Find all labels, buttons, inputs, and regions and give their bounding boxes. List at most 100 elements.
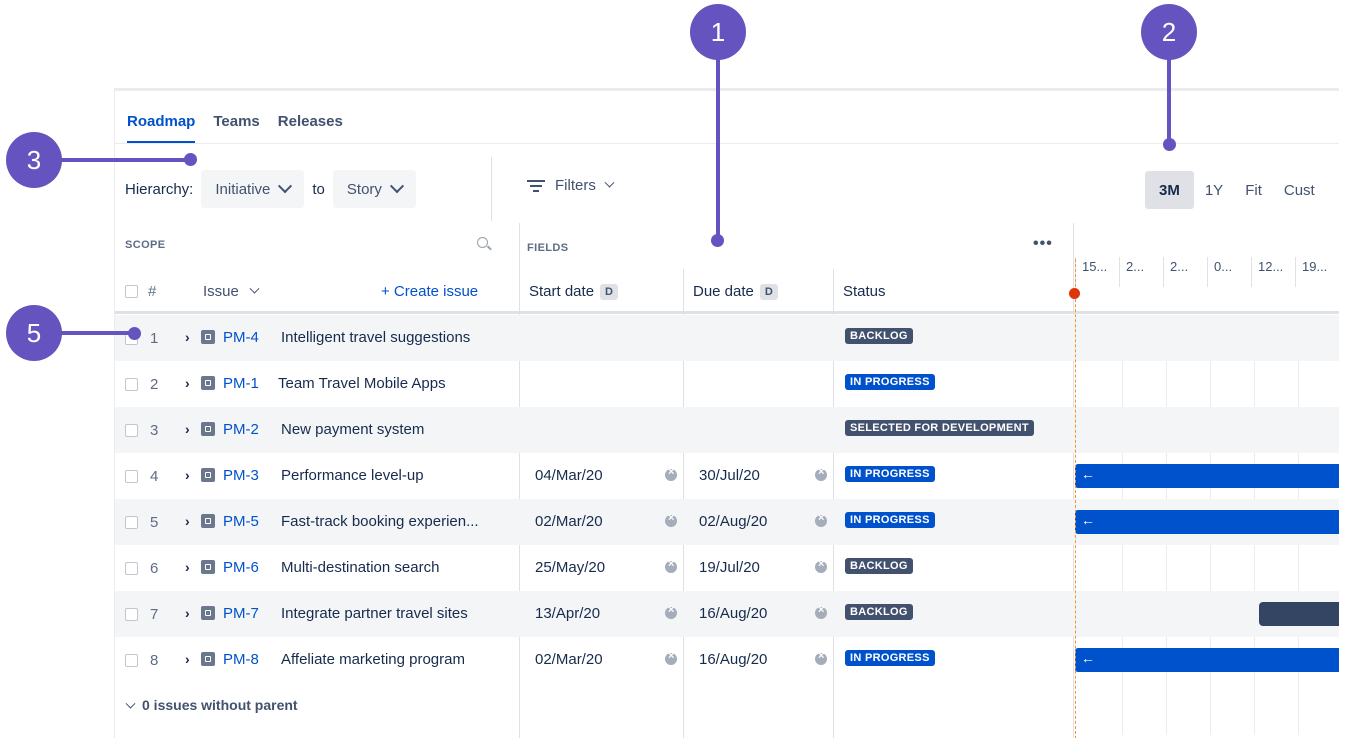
issue-key-link[interactable]: PM-2 (223, 421, 259, 438)
status-badge[interactable]: BACKLOG (845, 328, 913, 344)
expand-chevron-icon[interactable]: › (185, 375, 190, 391)
issue-key-link[interactable]: PM-5 (223, 513, 259, 530)
tab-roadmap[interactable]: Roadmap (127, 113, 196, 143)
timeline-bar[interactable] (1259, 602, 1339, 626)
tab-teams[interactable]: Teams (213, 113, 259, 143)
table-row[interactable]: 3 › PM-2 New payment system SELECTED FOR DEV… (115, 407, 1339, 453)
table-row[interactable]: 6 › PM-6 Multi-destination search 25/May/20 1… (115, 545, 1339, 591)
timeline-tick: 0... (1207, 257, 1251, 287)
start-date-value[interactable]: 25/May/20 (535, 559, 605, 576)
start-date-value[interactable]: 02/Mar/20 (535, 651, 603, 668)
row-checkbox[interactable] (125, 470, 138, 483)
table-row[interactable]: 5 › PM-5 Fast-track booking experien... 02/M… (115, 499, 1339, 545)
status-header[interactable]: Status (843, 283, 886, 300)
row-index: 6 (150, 560, 159, 577)
clear-start-date-icon[interactable] (665, 604, 677, 619)
status-badge[interactable]: BACKLOG (845, 558, 913, 574)
clear-due-date-icon[interactable] (815, 558, 827, 573)
issue-summary[interactable]: Intelligent travel suggestions (281, 329, 470, 346)
status-badge[interactable]: BACKLOG (845, 604, 913, 620)
status-badge[interactable]: IN PROGRESS (845, 650, 935, 666)
issue-key-link[interactable]: PM-6 (223, 559, 259, 576)
table-row[interactable]: 8 › PM-8 Affeliate marketing program 02/Mar/… (115, 637, 1339, 683)
clear-start-date-icon[interactable] (665, 512, 677, 527)
create-issue-button[interactable]: + Create issue (381, 283, 478, 300)
start-date-value[interactable]: 13/Apr/20 (535, 605, 600, 622)
expand-chevron-icon[interactable]: › (185, 651, 190, 667)
issue-summary[interactable]: Multi-destination search (281, 559, 439, 576)
clear-due-date-icon[interactable] (815, 512, 827, 527)
timeline-tick: 2... (1119, 257, 1163, 287)
timeline-bar[interactable]: ← (1075, 648, 1339, 672)
clear-due-date-icon[interactable] (815, 604, 827, 619)
date-badge: D (600, 283, 618, 300)
clear-start-date-icon[interactable] (665, 650, 677, 665)
row-checkbox[interactable] (125, 562, 138, 575)
table-row[interactable]: 4 › PM-3 Performance level-up 04/Mar/20 30/Ju… (115, 453, 1339, 499)
expand-chevron-icon[interactable]: › (185, 329, 190, 345)
issue-summary[interactable]: Team Travel Mobile Apps (278, 375, 446, 392)
row-checkbox[interactable] (125, 424, 138, 437)
due-date-value[interactable]: 02/Aug/20 (699, 513, 767, 530)
timeline-bar[interactable]: ← (1075, 464, 1339, 488)
clear-start-date-icon[interactable] (665, 558, 677, 573)
more-options-icon[interactable]: ••• (1033, 235, 1053, 253)
expand-chevron-icon[interactable]: › (185, 467, 190, 483)
due-date-value[interactable]: 16/Aug/20 (699, 605, 767, 622)
due-date-header[interactable]: Due date D (693, 283, 778, 300)
table-row[interactable]: 2 › PM-1 Team Travel Mobile Apps IN PROGRESS (115, 361, 1339, 407)
status-badge[interactable]: IN PROGRESS (845, 466, 935, 482)
issue-key-link[interactable]: PM-3 (223, 467, 259, 484)
status-badge[interactable]: IN PROGRESS (845, 374, 935, 390)
status-badge[interactable]: IN PROGRESS (845, 512, 935, 528)
start-date-header[interactable]: Start date D (529, 283, 618, 300)
select-all-checkbox[interactable] (125, 285, 138, 298)
search-icon[interactable] (477, 237, 488, 248)
hierarchy-to-dropdown[interactable]: Story (332, 170, 416, 208)
issue-summary[interactable]: Integrate partner travel sites (281, 605, 468, 622)
callout-2-dot (1163, 138, 1176, 151)
zoom-3m-button[interactable]: 3M (1145, 171, 1194, 209)
issue-summary[interactable]: Fast-track booking experien... (281, 513, 479, 530)
row-checkbox[interactable] (125, 654, 138, 667)
expand-chevron-icon[interactable]: › (185, 513, 190, 529)
zoom-1y-button[interactable]: 1Y (1194, 171, 1234, 209)
hierarchy-from-dropdown[interactable]: Initiative (201, 170, 305, 208)
callout-3-line (60, 158, 190, 162)
expand-chevron-icon[interactable]: › (185, 421, 190, 437)
initiative-icon (201, 514, 215, 528)
clear-start-date-icon[interactable] (665, 466, 677, 481)
expand-chevron-icon[interactable]: › (185, 559, 190, 575)
tab-releases[interactable]: Releases (278, 113, 343, 143)
arrow-left-icon: ← (1081, 466, 1095, 482)
row-checkbox[interactable] (125, 378, 138, 391)
row-checkbox[interactable] (125, 516, 138, 529)
row-checkbox[interactable] (125, 608, 138, 621)
clear-due-date-icon[interactable] (815, 466, 827, 481)
issue-summary[interactable]: Affeliate marketing program (281, 651, 465, 668)
select-all[interactable]: # (125, 283, 156, 300)
status-badge[interactable]: SELECTED FOR DEVELOPMENT (845, 420, 1034, 436)
due-date-value[interactable]: 19/Jul/20 (699, 559, 760, 576)
due-date-value[interactable]: 30/Jul/20 (699, 467, 760, 484)
issue-summary[interactable]: New payment system (281, 421, 424, 438)
timeline-bar[interactable]: ← (1075, 510, 1339, 534)
due-date-value[interactable]: 16/Aug/20 (699, 651, 767, 668)
issue-key-link[interactable]: PM-8 (223, 651, 259, 668)
issues-without-parent-toggle[interactable]: 0 issues without parent (125, 697, 298, 713)
arrow-left-icon: ← (1081, 650, 1095, 666)
issue-key-link[interactable]: PM-4 (223, 329, 259, 346)
expand-chevron-icon[interactable]: › (185, 605, 190, 621)
issue-key-link[interactable]: PM-7 (223, 605, 259, 622)
issue-column-header[interactable]: Issue (203, 283, 260, 300)
start-date-value[interactable]: 04/Mar/20 (535, 467, 603, 484)
table-row[interactable]: 1 › PM-4 Intelligent travel suggestions BACK… (115, 315, 1339, 361)
filters-button[interactable]: Filters (527, 177, 615, 194)
start-date-value[interactable]: 02/Mar/20 (535, 513, 603, 530)
clear-due-date-icon[interactable] (815, 650, 827, 665)
zoom-fit-button[interactable]: Fit (1234, 171, 1273, 209)
issue-key-link[interactable]: PM-1 (223, 375, 259, 392)
issue-summary[interactable]: Performance level-up (281, 467, 424, 484)
zoom-custom-button[interactable]: Cust (1273, 171, 1326, 209)
table-row[interactable]: 7 › PM-7 Integrate partner travel sites 13/A… (115, 591, 1339, 637)
